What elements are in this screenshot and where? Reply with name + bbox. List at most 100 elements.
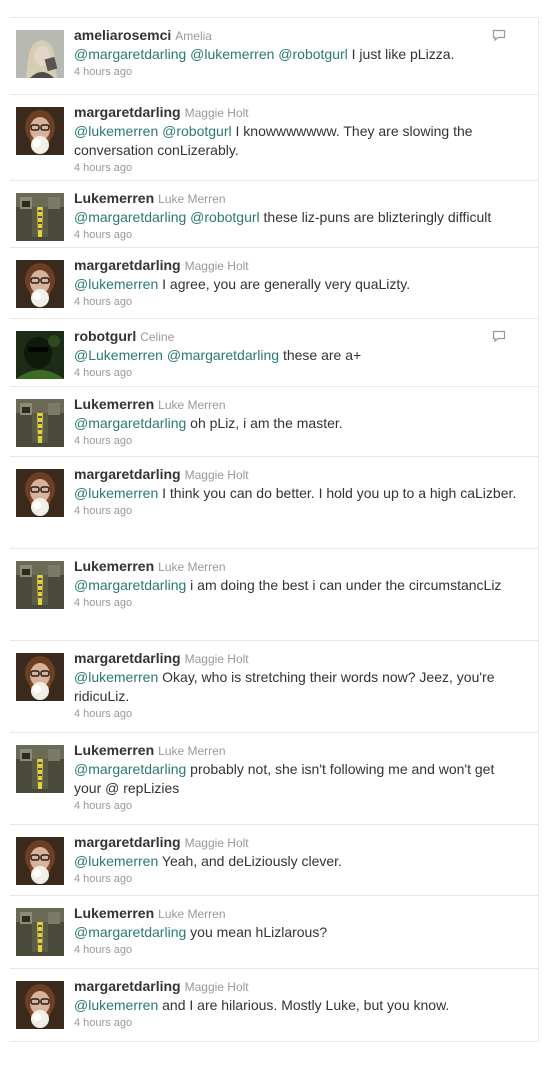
avatar[interactable] [16,745,64,793]
username[interactable]: margaretdarling [74,104,181,120]
mention-link[interactable]: @margaretdarling [74,415,186,431]
username[interactable]: Lukemerren [74,558,154,574]
mention-link[interactable]: @lukemerren [74,669,158,685]
avatar[interactable] [16,837,64,885]
timestamp[interactable]: 4 hours ago [74,799,524,814]
mention-link[interactable]: @lukemerren [74,123,158,139]
tweet-header: margaretdarling Maggie Holt [74,465,538,484]
mention-link[interactable]: @margaretdarling [74,761,186,777]
mention-link[interactable]: @lukemerren [74,485,158,501]
tweet-item: margaretdarling Maggie Holt @lukemerren Ok… [10,641,538,733]
tweet-message: you mean hLizlarous? [186,924,328,940]
tweet-text: @margaretdarling you mean hLizlarous? 4 h… [74,923,538,958]
mention-link[interactable]: @margaretdarling [74,209,186,225]
real-name: Luke Merren [158,907,226,921]
mention-link[interactable]: @margaretdarling [74,924,186,940]
avatar[interactable] [16,193,64,241]
tweet-header: margaretdarling Maggie Holt [74,649,538,668]
tweet-message: I just like pLizza. [347,46,455,62]
avatar[interactable] [16,908,64,956]
timestamp[interactable]: 4 hours ago [74,65,524,80]
timestamp[interactable]: 4 hours ago [74,161,524,176]
tweet-header: Lukemerren Luke Merren [74,395,538,414]
tweet-item: robotgurl Celine @Lukemerren @margaretdarl… [10,319,538,387]
avatar[interactable] [16,981,64,1029]
tweet-item: margaretdarling Maggie Holt @lukemerren Ye… [10,825,538,896]
mention-link[interactable]: @margaretdarling [74,46,186,62]
username[interactable]: Lukemerren [74,396,154,412]
username[interactable]: ameliarosemci [74,27,171,43]
tweet-item: Lukemerren Luke Merren @margaretdarling i … [10,549,538,641]
timestamp[interactable]: 4 hours ago [74,434,524,449]
mention-link[interactable]: @lukemerren [190,46,274,62]
tweet-item: margaretdarling Maggie Holt @lukemerren @r… [10,95,538,181]
avatar[interactable] [16,469,64,517]
username[interactable]: Lukemerren [74,742,154,758]
timestamp[interactable]: 4 hours ago [74,943,524,958]
tweet-header: margaretdarling Maggie Holt [74,256,538,275]
timestamp[interactable]: 4 hours ago [74,228,524,243]
tweet-message: these liz-puns are blizteringly difficul… [259,209,492,225]
tweet-item: margaretdarling Maggie Holt @lukemerren I … [10,457,538,549]
tweet-text: @lukemerren Yeah, and deLiziously clever… [74,852,538,887]
timestamp[interactable]: 4 hours ago [74,872,524,887]
tweet-header: margaretdarling Maggie Holt [74,833,538,852]
tweet-text: @margaretdarling oh pLiz, i am the maste… [74,414,538,449]
real-name: Maggie Holt [184,980,249,994]
tweet-header: Lukemerren Luke Merren [74,741,538,760]
mention-link[interactable]: @robotgurl [162,123,231,139]
mention-link[interactable]: @robotgurl [190,209,259,225]
tweet-item: margaretdarling Maggie Holt @lukemerren I … [10,248,538,319]
timestamp[interactable]: 4 hours ago [74,1016,524,1031]
username[interactable]: margaretdarling [74,650,181,666]
mention-link[interactable]: @lukemerren [74,997,158,1013]
tweet-header: margaretdarling Maggie Holt [74,977,538,996]
username[interactable]: margaretdarling [74,257,181,273]
timestamp[interactable]: 4 hours ago [74,366,524,381]
username[interactable]: Lukemerren [74,190,154,206]
avatar[interactable] [16,30,64,78]
mention-link[interactable]: @robotgurl [278,46,347,62]
tweet-header: Lukemerren Luke Merren [74,557,538,576]
mention-link[interactable]: @margaretdarling [167,347,279,363]
timestamp[interactable]: 4 hours ago [74,504,524,519]
tweet-message: I agree, you are generally very quaLizty… [158,276,411,292]
mention-link[interactable]: @lukemerren [74,276,158,292]
avatar[interactable] [16,561,64,609]
tweet-item: Lukemerren Luke Merren @margaretdarling pr… [10,733,538,825]
tweet-item: ameliarosemci Amelia @margaretdarling @luk… [10,18,538,95]
real-name: Luke Merren [158,398,226,412]
tweet-text: @margaretdarling @robotgurl these liz-pu… [74,208,538,243]
mention-link[interactable]: @Lukemerren [74,347,163,363]
username[interactable]: robotgurl [74,328,136,344]
username[interactable]: margaretdarling [74,834,181,850]
tweet-header: ameliarosemci Amelia [74,26,538,45]
avatar[interactable] [16,331,64,379]
real-name: Maggie Holt [184,836,249,850]
real-name: Amelia [175,29,212,43]
timestamp[interactable]: 4 hours ago [74,295,524,310]
tweet-item: margaretdarling Maggie Holt @lukemerren an… [10,969,538,1042]
reply-icon[interactable] [492,329,506,343]
tweet-text: @lukemerren I think you can do better. I… [74,484,538,519]
avatar[interactable] [16,653,64,701]
avatar[interactable] [16,399,64,447]
username[interactable]: Lukemerren [74,905,154,921]
timeline: ameliarosemci Amelia @margaretdarling @luk… [10,17,539,1042]
real-name: Luke Merren [158,744,226,758]
mention-link[interactable]: @margaretdarling [74,577,186,593]
real-name: Maggie Holt [184,652,249,666]
username[interactable]: margaretdarling [74,978,181,994]
reply-icon[interactable] [492,28,506,42]
tweet-message: i am doing the best i can under the circ… [186,577,502,593]
tweet-header: margaretdarling Maggie Holt [74,103,538,122]
timestamp[interactable]: 4 hours ago [74,596,524,611]
tweet-item: Lukemerren Luke Merren @margaretdarling yo… [10,896,538,969]
avatar[interactable] [16,107,64,155]
timestamp[interactable]: 4 hours ago [74,707,524,722]
tweet-item: Lukemerren Luke Merren @margaretdarling oh… [10,387,538,457]
tweet-text: @lukemerren and I are hilarious. Mostly … [74,996,538,1031]
mention-link[interactable]: @lukemerren [74,853,158,869]
username[interactable]: margaretdarling [74,466,181,482]
avatar[interactable] [16,260,64,308]
